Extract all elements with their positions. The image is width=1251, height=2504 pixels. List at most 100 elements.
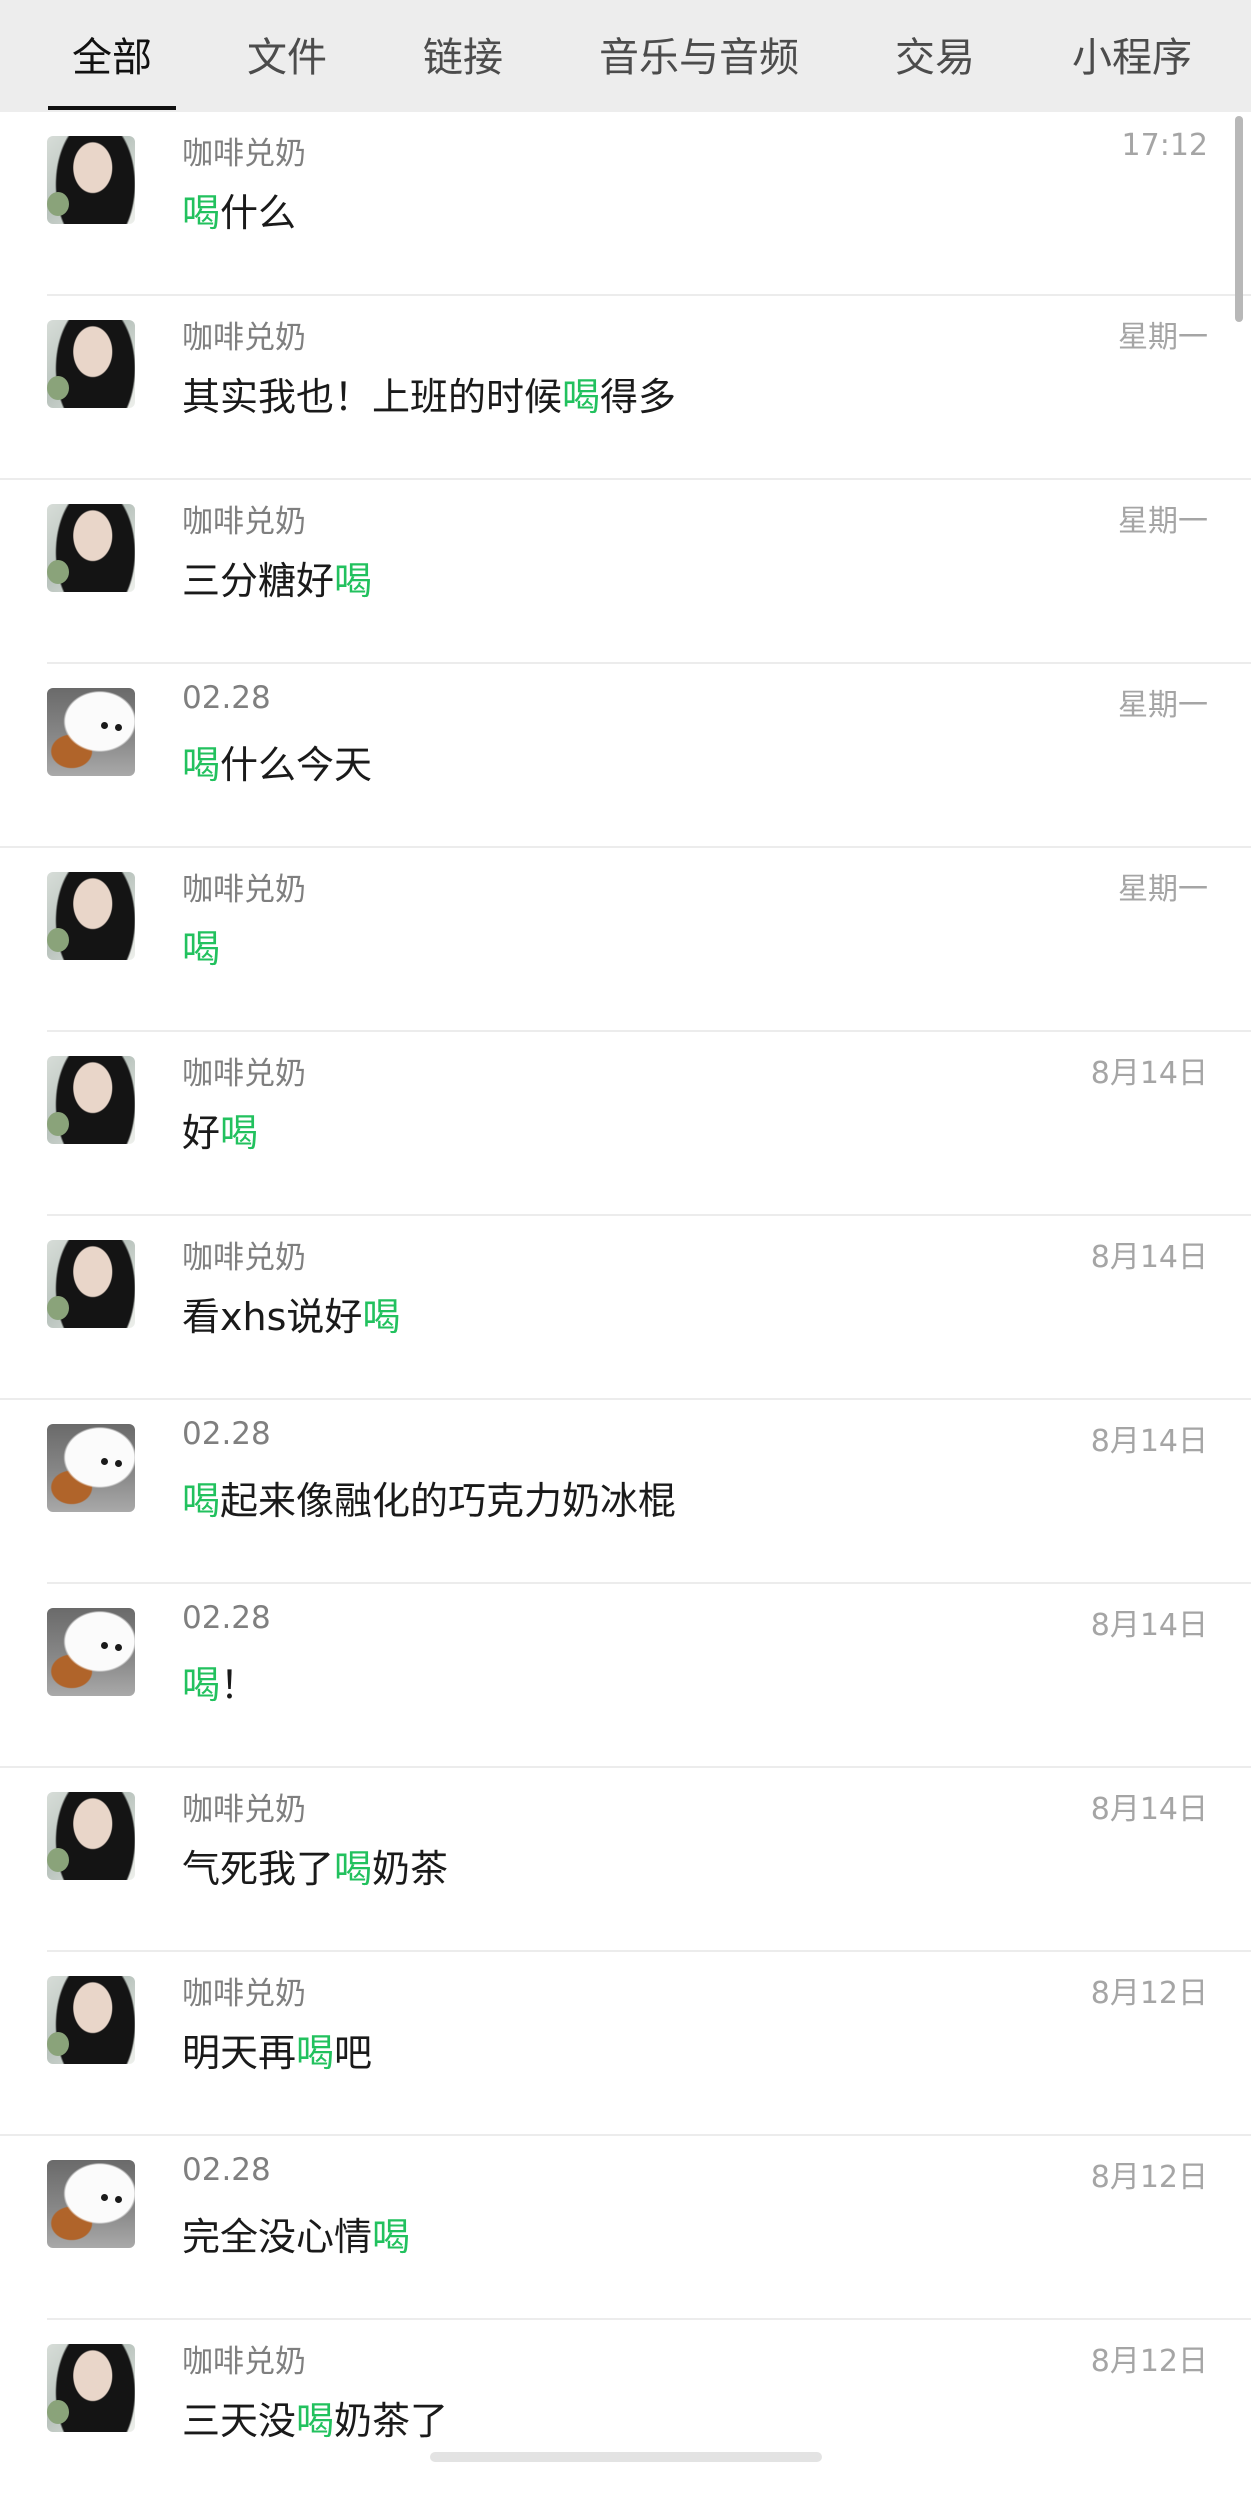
message-text-segment: 看xhs说好 — [182, 1295, 363, 1339]
active-tab-indicator — [48, 106, 176, 110]
message-row[interactable]: 咖啡兑奶 8月12日明天再喝吧 — [0, 1952, 1251, 2136]
message-row[interactable]: 咖啡兑奶 星期一三分糖好喝 — [0, 480, 1251, 664]
highlighted-keyword: 喝 — [182, 743, 221, 787]
message-text: 看xhs说好喝 — [182, 1286, 400, 1341]
message-row[interactable]: 02.28 8月14日喝！ — [0, 1584, 1251, 1768]
message-row[interactable]: 咖啡兑奶 星期一喝 — [0, 848, 1251, 1032]
sender-name: 02.28 — [182, 1416, 271, 1452]
dog-avatar[interactable] — [47, 2160, 135, 2248]
message-time: 8月12日 — [1090, 2344, 1208, 2379]
sender-name: 咖啡兑奶 — [182, 1976, 306, 2012]
message-text: 完全没心情喝 — [182, 2206, 410, 2261]
message-text-segment: 三分糖好 — [182, 559, 335, 603]
filter-tab-bar: 全部 文件 链接 音乐与音频 交易 小程序 — [0, 0, 1251, 112]
message-row[interactable]: 02.28 8月14日喝起来像融化的巧克力奶冰棍 — [0, 1400, 1251, 1584]
message-text: 气死我了喝奶茶 — [182, 1838, 448, 1893]
message-time: 星期一 — [1118, 872, 1208, 907]
tab-music-audio[interactable]: 音乐与音频 — [586, 0, 812, 112]
message-time: 8月14日 — [1090, 1424, 1208, 1459]
message-text-segment: 什么 — [220, 191, 297, 235]
girl-avatar[interactable] — [47, 872, 135, 960]
message-text: 喝什么 — [182, 182, 296, 237]
sender-name: 02.28 — [182, 2152, 271, 2188]
home-indicator — [430, 2452, 822, 2462]
highlighted-keyword: 喝 — [220, 1111, 259, 1155]
message-text-segment: 奶茶了 — [334, 2399, 449, 2443]
highlighted-keyword: 喝 — [182, 1663, 221, 1707]
highlighted-keyword: 喝 — [334, 1847, 373, 1891]
message-text-segment: 吧 — [334, 2031, 373, 2075]
highlighted-keyword: 喝 — [182, 1479, 221, 1523]
sender-name: 咖啡兑奶 — [182, 872, 306, 908]
girl-avatar[interactable] — [47, 1240, 135, 1328]
message-text: 喝什么今天 — [182, 734, 372, 789]
message-time: 8月14日 — [1090, 1792, 1208, 1827]
message-time: 8月14日 — [1090, 1608, 1208, 1643]
message-text: 其实我也！上班的时候喝得多 — [182, 366, 676, 421]
girl-avatar[interactable] — [47, 1976, 135, 2064]
highlighted-keyword: 喝 — [296, 2399, 335, 2443]
girl-avatar[interactable] — [47, 1792, 135, 1880]
message-row[interactable]: 02.28 星期一喝什么今天 — [0, 664, 1251, 848]
message-text-segment: 气死我了 — [182, 1847, 335, 1891]
message-text-segment: 什么今天 — [220, 743, 373, 787]
girl-avatar[interactable] — [47, 1056, 135, 1144]
sender-name: 咖啡兑奶 — [182, 1056, 306, 1092]
sender-name: 咖啡兑奶 — [182, 504, 306, 540]
message-text-segment: 完全没心情 — [182, 2215, 373, 2259]
highlighted-keyword: 喝 — [362, 1295, 401, 1339]
message-text: 喝！ — [182, 1654, 258, 1709]
sender-name: 咖啡兑奶 — [182, 1792, 306, 1828]
sender-name: 咖啡兑奶 — [182, 2344, 306, 2380]
highlighted-keyword: 喝 — [372, 2215, 411, 2259]
girl-avatar[interactable] — [47, 136, 135, 224]
scrollbar[interactable] — [1235, 116, 1243, 322]
message-row[interactable]: 咖啡兑奶 8月12日三天没喝奶茶了 — [0, 2320, 1251, 2504]
message-time: 星期一 — [1118, 504, 1208, 539]
message-row[interactable]: 咖啡兑奶 星期一其实我也！上班的时候喝得多 — [0, 296, 1251, 480]
message-text-segment: 起来像融化的巧克力奶冰棍 — [220, 1479, 677, 1523]
message-text: 好喝 — [182, 1102, 258, 1157]
dog-avatar[interactable] — [47, 1424, 135, 1512]
message-text-segment: 三天没 — [182, 2399, 297, 2443]
message-row[interactable]: 咖啡兑奶 8月14日 看xhs说好喝 — [0, 1216, 1251, 1400]
message-time: 8月12日 — [1090, 1976, 1208, 2011]
message-row[interactable]: 咖啡兑奶 8月14日气死我了喝奶茶 — [0, 1768, 1251, 1952]
dog-avatar[interactable] — [47, 1608, 135, 1696]
highlighted-keyword: 喝 — [182, 191, 221, 235]
tab-files[interactable]: 文件 — [230, 0, 344, 112]
sender-name: 咖啡兑奶 — [182, 136, 306, 172]
tab-links[interactable]: 链接 — [406, 0, 520, 112]
message-time: 8月12日 — [1090, 2160, 1208, 2195]
dog-avatar[interactable] — [47, 688, 135, 776]
highlighted-keyword: 喝 — [182, 927, 221, 971]
message-text: 喝 — [182, 918, 220, 973]
message-text-segment: 其实我也！上班的时候 — [182, 375, 563, 419]
tab-all[interactable]: 全部 — [48, 0, 176, 112]
sender-name: 咖啡兑奶 — [182, 320, 306, 356]
message-time: 8月14日 — [1090, 1240, 1208, 1275]
highlighted-keyword: 喝 — [334, 559, 373, 603]
girl-avatar[interactable] — [47, 2344, 135, 2432]
message-row[interactable]: 咖啡兑奶 8月14日好喝 — [0, 1032, 1251, 1216]
message-row[interactable]: 02.28 8月12日完全没心情喝 — [0, 2136, 1251, 2320]
message-row[interactable]: 咖啡兑奶 17:12 喝什么 — [0, 112, 1251, 296]
message-text-segment: 明天再 — [182, 2031, 297, 2075]
girl-avatar[interactable] — [47, 504, 135, 592]
message-time: 星期一 — [1118, 688, 1208, 723]
highlighted-keyword: 喝 — [562, 375, 601, 419]
highlighted-keyword: 喝 — [296, 2031, 335, 2075]
message-text: 明天再喝吧 — [182, 2022, 372, 2077]
tab-transactions[interactable]: 交易 — [878, 0, 992, 112]
message-text-segment: 得多 — [600, 375, 677, 419]
sender-name: 02.28 — [182, 680, 271, 716]
message-time: 17:12 — [1121, 128, 1208, 163]
tab-mini-programs[interactable]: 小程序 — [1056, 0, 1208, 112]
message-time: 8月14日 — [1090, 1056, 1208, 1091]
girl-avatar[interactable] — [47, 320, 135, 408]
message-text-segment: 好 — [182, 1111, 221, 1155]
message-text-segment: ！ — [220, 1663, 259, 1707]
sender-name: 02.28 — [182, 1600, 271, 1636]
message-text: 喝起来像融化的巧克力奶冰棍 — [182, 1470, 676, 1525]
message-time: 星期一 — [1118, 320, 1208, 355]
